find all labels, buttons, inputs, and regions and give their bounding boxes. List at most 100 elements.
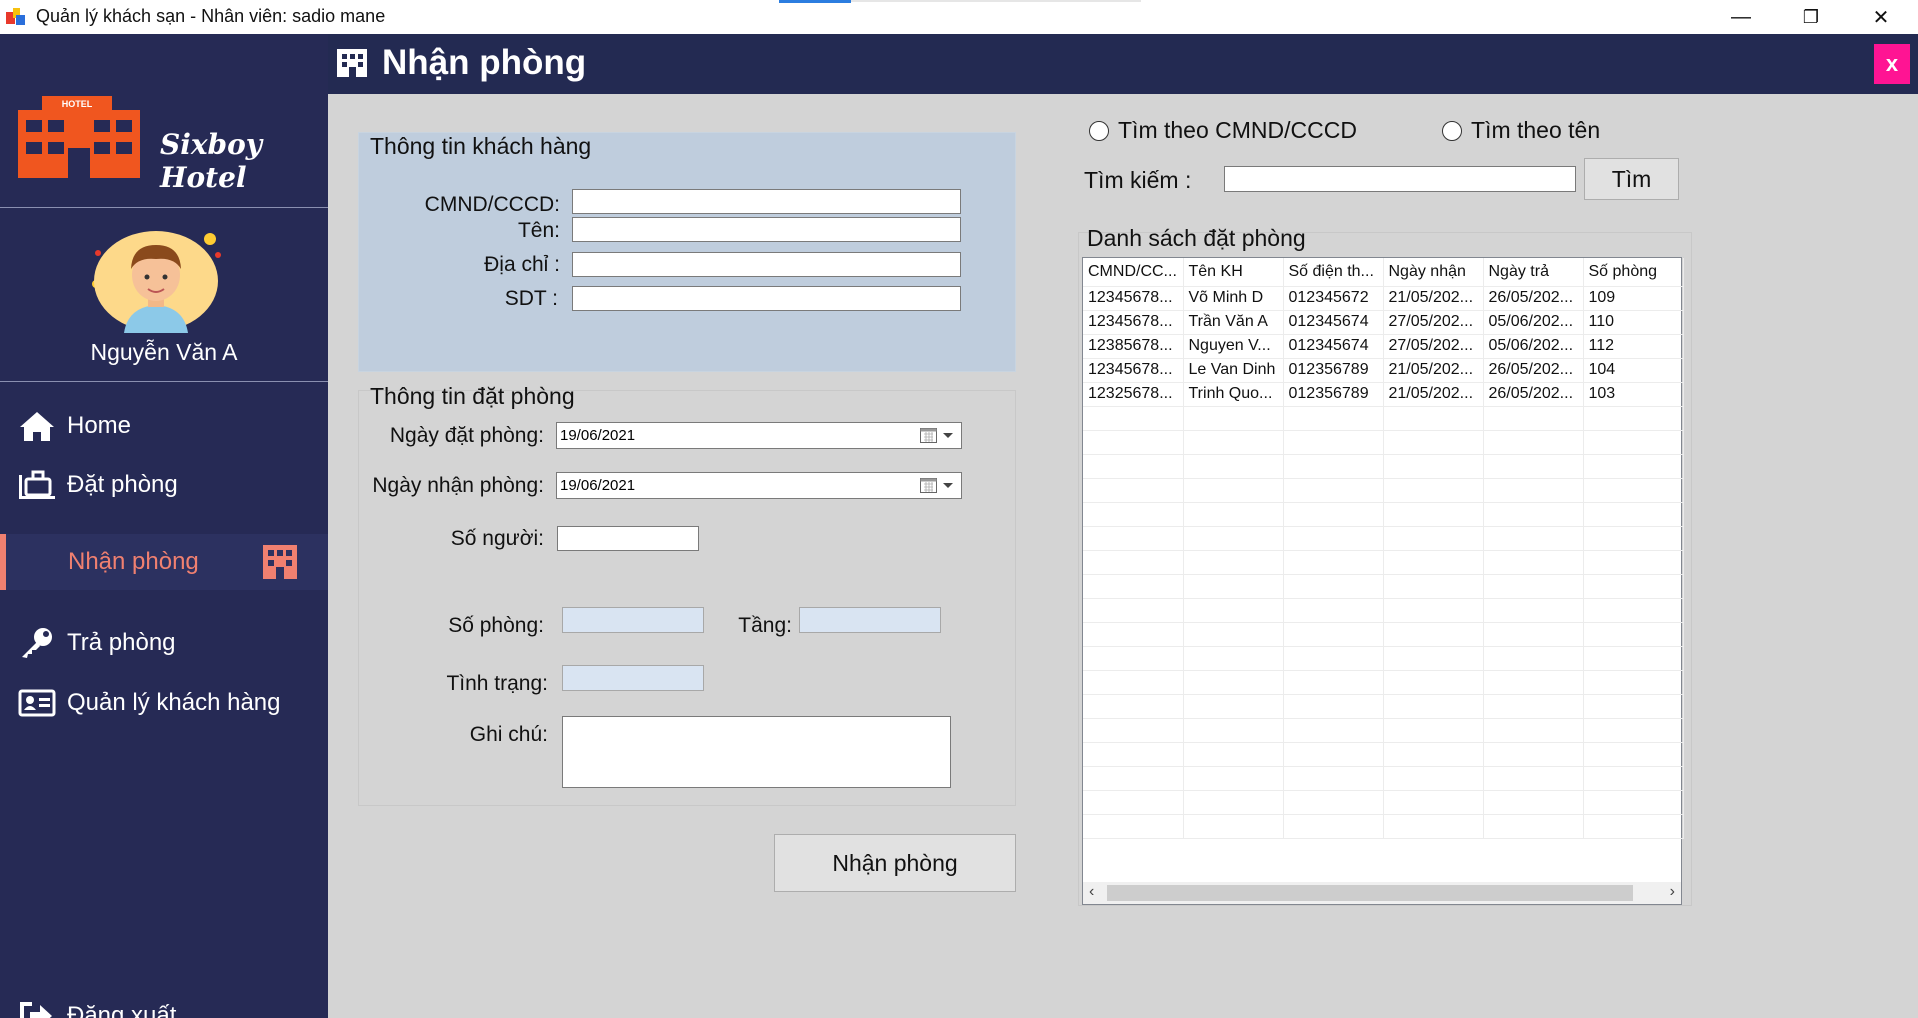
floor-field[interactable] [799,607,941,633]
phone-label: SDT : [504,287,558,310]
sidebar-item-dat-phong[interactable]: Đặt phòng [0,457,328,513]
table-row-empty [1083,790,1684,815]
table-row-empty [1083,814,1684,839]
table-row[interactable]: 12345678... Le Van Dinh 012356789 21/05/202… [1083,358,1684,383]
people-field[interactable] [557,526,699,551]
close-icon: ✕ [1872,6,1890,29]
chevron-right-icon[interactable]: › [1670,883,1675,901]
search-button[interactable]: Tìm [1584,158,1679,200]
column-header[interactable]: Ngày nhận [1383,258,1484,287]
checkin-button[interactable]: Nhận phòng [774,834,1016,892]
table-header-row: CMND/CC... Tên KH Số điện th... Ngày nhậ… [1083,258,1684,287]
maximize-button[interactable]: ❐ [1776,0,1846,34]
table-cell: 21/05/202... [1383,358,1484,383]
building-icon [337,49,367,77]
table-row[interactable]: 12385678... Nguyen V... 012345674 27/05/202… [1083,334,1684,359]
sidebar-item-tra-phong[interactable]: Trả phòng [0,615,328,671]
search-by-id-radio[interactable]: Tìm theo CMND/CCCD [1089,117,1357,144]
id-field[interactable] [572,189,961,214]
sidebar-item-nhan-phong[interactable]: Nhận phòng [0,534,328,590]
table-cell: 27/05/202... [1383,310,1484,335]
table-row-empty [1083,502,1684,527]
logo-text: HOTEL [62,99,93,109]
column-header[interactable]: CMND/CC... [1083,258,1184,287]
table-cell: 05/06/202... [1483,334,1584,359]
reservations-table[interactable]: CMND/CC... Tên KH Số điện th... Ngày nhậ… [1082,257,1684,905]
booking-info-title: Thông tin đặt phòng [370,383,575,409]
radio-circle [1442,120,1462,141]
booking-date-value: 19/06/2021 [560,427,636,444]
column-header[interactable]: Số phòng [1583,258,1684,287]
room-field[interactable] [562,607,704,633]
search-input[interactable] [1224,166,1576,192]
minimize-button[interactable]: — [1706,0,1776,34]
scrollbar-thumb[interactable] [1107,885,1633,901]
search-by-name-label: Tìm theo tên [1471,117,1601,143]
sidebar-item-quan-ly-khach-hang[interactable]: Quản lý khách hàng [0,675,328,731]
floor-label: Tầng: [738,614,792,637]
table-row-empty [1083,430,1684,455]
chevron-left-icon[interactable]: ‹ [1089,883,1094,901]
phone-field[interactable] [572,286,961,311]
minimize-icon: — [1731,5,1751,28]
table-row-empty [1083,694,1684,719]
sidebar-item-label: Đặt phòng [67,471,178,498]
table-cell: 21/05/202... [1383,382,1484,407]
table-row-empty [1083,526,1684,551]
checkin-date-value: 19/06/2021 [560,477,636,494]
table-cell: 05/06/202... [1483,310,1584,335]
table-cell: 110 [1583,310,1684,335]
logo-area: HOTEL Sixboy Hotel [0,34,328,208]
table-row-empty [1083,622,1684,647]
sidebar-item-home[interactable]: Home [0,398,328,454]
booking-date-picker[interactable]: 19/06/2021 [556,422,962,449]
calendar-icon [920,478,937,493]
table-cell: Trần Văn A [1183,310,1284,335]
table-row-empty [1083,598,1684,623]
table-row-empty [1083,742,1684,767]
id-card-icon [18,689,56,717]
user-name: Nguyễn Văn A [90,339,238,365]
table-cell: 012356789 [1283,358,1384,383]
table-cell: 21/05/202... [1383,286,1484,311]
address-field[interactable] [572,252,961,277]
table-cell: Võ Minh D [1183,286,1284,311]
horizontal-scrollbar[interactable]: ‹ › [1083,882,1681,904]
table-cell: 104 [1583,358,1684,383]
checkin-date-picker[interactable]: 19/06/2021 [556,472,962,499]
building-icon [263,545,297,579]
column-header[interactable]: Số điện th... [1283,258,1384,287]
logout-button[interactable]: Đăng xuất [0,988,328,1018]
checkin-date-label: Ngày nhận phòng: [372,474,544,497]
close-window-button[interactable]: ✕ [1846,0,1916,34]
status-field[interactable] [562,665,704,691]
hotel-logo-icon: HOTEL [18,96,140,178]
address-label: Địa chỉ : [484,253,560,276]
search-by-name-radio[interactable]: Tìm theo tên [1442,117,1600,144]
radio-circle [1089,120,1109,141]
column-header[interactable]: Tên KH [1183,258,1284,287]
calendar-icon [920,428,937,443]
note-field[interactable] [562,716,951,788]
table-row[interactable]: 12345678... Trần Văn A 012345674 27/05/202.… [1083,310,1684,335]
table-row[interactable]: 12345678... Võ Minh D 012345672 21/05/202..… [1083,286,1684,311]
column-header[interactable]: Ngày trả [1483,258,1584,287]
chevron-down-icon [943,433,953,438]
table-row[interactable]: 12325678... Trinh Quo... 012356789 21/05/20… [1083,382,1684,407]
logout-label: Đăng xuất [67,1002,177,1018]
table-cell: Le Van Dinh [1183,358,1284,383]
reservations-title: Danh sách đặt phòng [1087,225,1306,251]
table-row-empty [1083,718,1684,743]
table-cell: 112 [1583,334,1684,359]
close-form-button[interactable]: x [1874,44,1910,84]
table-cell: 12345678... [1083,358,1184,383]
table-cell: 12345678... [1083,310,1184,335]
chevron-down-icon [943,483,953,488]
table-cell: 12385678... [1083,334,1184,359]
app-icon [6,8,25,25]
table-row-empty [1083,670,1684,695]
booking-date-label: Ngày đặt phòng: [389,424,544,447]
name-field[interactable] [572,217,961,242]
brand-name: Sixboy Hotel [160,128,263,194]
luggage-icon [19,470,55,499]
